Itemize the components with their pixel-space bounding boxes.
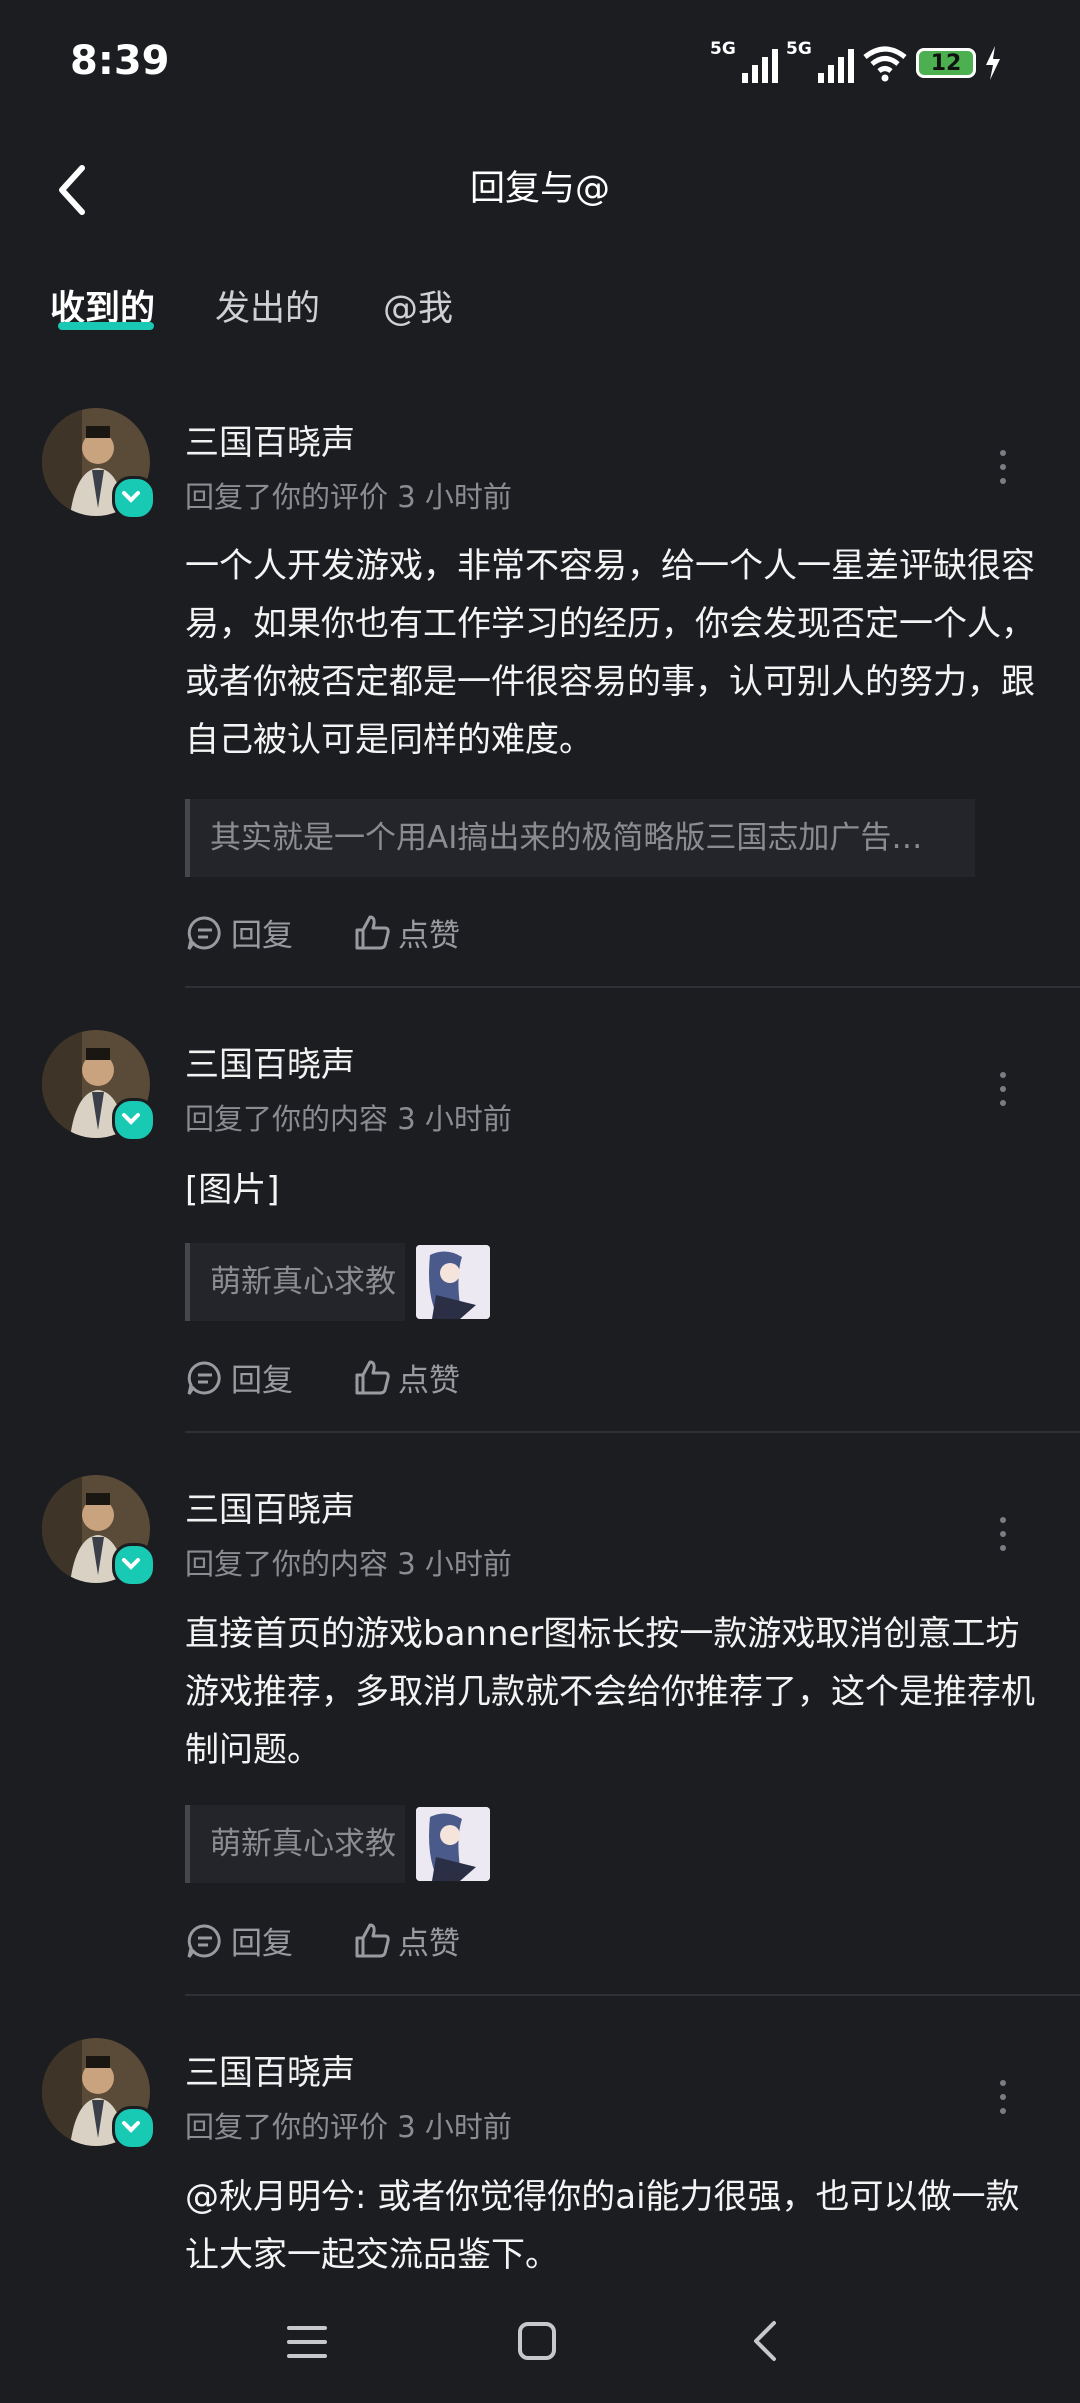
divider <box>185 1994 1080 1996</box>
reply-label: 回复 <box>231 918 293 954</box>
reply-label: 回复 <box>231 1363 293 1399</box>
signal-label: 5G <box>786 39 812 59</box>
username[interactable]: 三国百晓声 <box>185 415 355 464</box>
quoted-image-thumbnail[interactable] <box>416 1245 490 1319</box>
reply-button[interactable]: 回复 <box>185 910 293 955</box>
like-button[interactable]: 点赞 <box>352 1355 460 1400</box>
more-icon[interactable] <box>1000 450 1012 492</box>
like-label: 点赞 <box>398 1363 460 1399</box>
reply-label: 回复 <box>231 1926 293 1962</box>
tab-bar: 收到的 发出的 @我 <box>0 270 1080 350</box>
username[interactable]: 三国百晓声 <box>185 1037 355 1086</box>
reply-button[interactable]: 回复 <box>185 1355 293 1400</box>
reply-icon <box>187 1361 221 1395</box>
verified-icon <box>112 2106 156 2150</box>
like-button[interactable]: 点赞 <box>352 1918 460 1963</box>
like-label: 点赞 <box>398 1926 460 1962</box>
nav-back-icon[interactable] <box>748 2318 782 2364</box>
like-icon <box>355 1923 390 1957</box>
more-icon[interactable] <box>1000 1517 1012 1559</box>
reply-icon <box>187 1924 221 1958</box>
reply-meta: 回复了你的评价 3 小时前 <box>185 480 512 514</box>
wifi-icon <box>863 46 907 82</box>
verified-icon <box>112 1098 156 1142</box>
status-bar: 8:39 5G 5G 12 <box>0 0 1080 130</box>
status-icons: 5G 5G 12 <box>710 39 1002 86</box>
username[interactable]: 三国百晓声 <box>185 1482 355 1531</box>
like-icon <box>355 1360 390 1394</box>
reply-meta: 回复了你的内容 3 小时前 <box>185 1102 512 1136</box>
signal-icon: 5G <box>786 39 854 83</box>
reply-meta: 回复了你的评价 3 小时前 <box>185 2110 512 2144</box>
tab-mentions[interactable]: @我 <box>383 280 453 331</box>
reply-text: 直接首页的游戏banner图标长按一款游戏取消创意工坊游戏推荐，多取消几款就不会… <box>185 1614 1035 1770</box>
active-tab-indicator <box>58 322 154 330</box>
quoted-content[interactable]: 萌新真心求教 <box>185 1243 405 1321</box>
signal-label: 5G <box>710 39 736 59</box>
divider <box>185 986 1080 988</box>
like-button[interactable]: 点赞 <box>352 910 460 955</box>
reply-text: 一个人开发游戏，非常不容易，给一个人一星差评缺很容易，如果你也有工作学习的经历，… <box>185 546 1035 760</box>
verified-icon <box>112 1543 156 1587</box>
more-icon[interactable] <box>1000 1072 1012 1114</box>
reply-text: @秋月明兮: 或者你觉得你的ai能力很强，也可以做一款让大家一起交流品鉴下。 <box>185 2177 1020 2275</box>
system-nav-bar <box>0 2300 1080 2403</box>
battery-icon: 12 <box>916 48 976 78</box>
menu-icon[interactable] <box>286 2322 328 2362</box>
like-icon <box>355 915 390 949</box>
reply-icon <box>187 916 221 950</box>
more-icon[interactable] <box>1000 2080 1012 2122</box>
reply-text: [图片] <box>185 1170 280 1210</box>
status-time: 8:39 <box>70 38 170 84</box>
divider <box>185 1431 1080 1433</box>
signal-icon: 5G <box>710 39 778 83</box>
quoted-image-thumbnail[interactable] <box>416 1807 490 1881</box>
charging-icon <box>986 46 1000 80</box>
home-icon[interactable] <box>516 2320 558 2362</box>
page-title: 回复与@ <box>469 169 610 209</box>
tab-sent[interactable]: 发出的 <box>215 280 320 331</box>
quoted-content[interactable]: 萌新真心求教 <box>185 1805 405 1883</box>
quoted-content[interactable]: 其实就是一个用AI搞出来的极简略版三国志加广告… <box>185 799 975 877</box>
like-label: 点赞 <box>398 918 460 954</box>
reply-button[interactable]: 回复 <box>185 1918 293 1963</box>
verified-icon <box>112 476 156 520</box>
reply-meta: 回复了你的内容 3 小时前 <box>185 1547 512 1581</box>
header: 回复与@ <box>0 130 1080 240</box>
username[interactable]: 三国百晓声 <box>185 2045 355 2094</box>
